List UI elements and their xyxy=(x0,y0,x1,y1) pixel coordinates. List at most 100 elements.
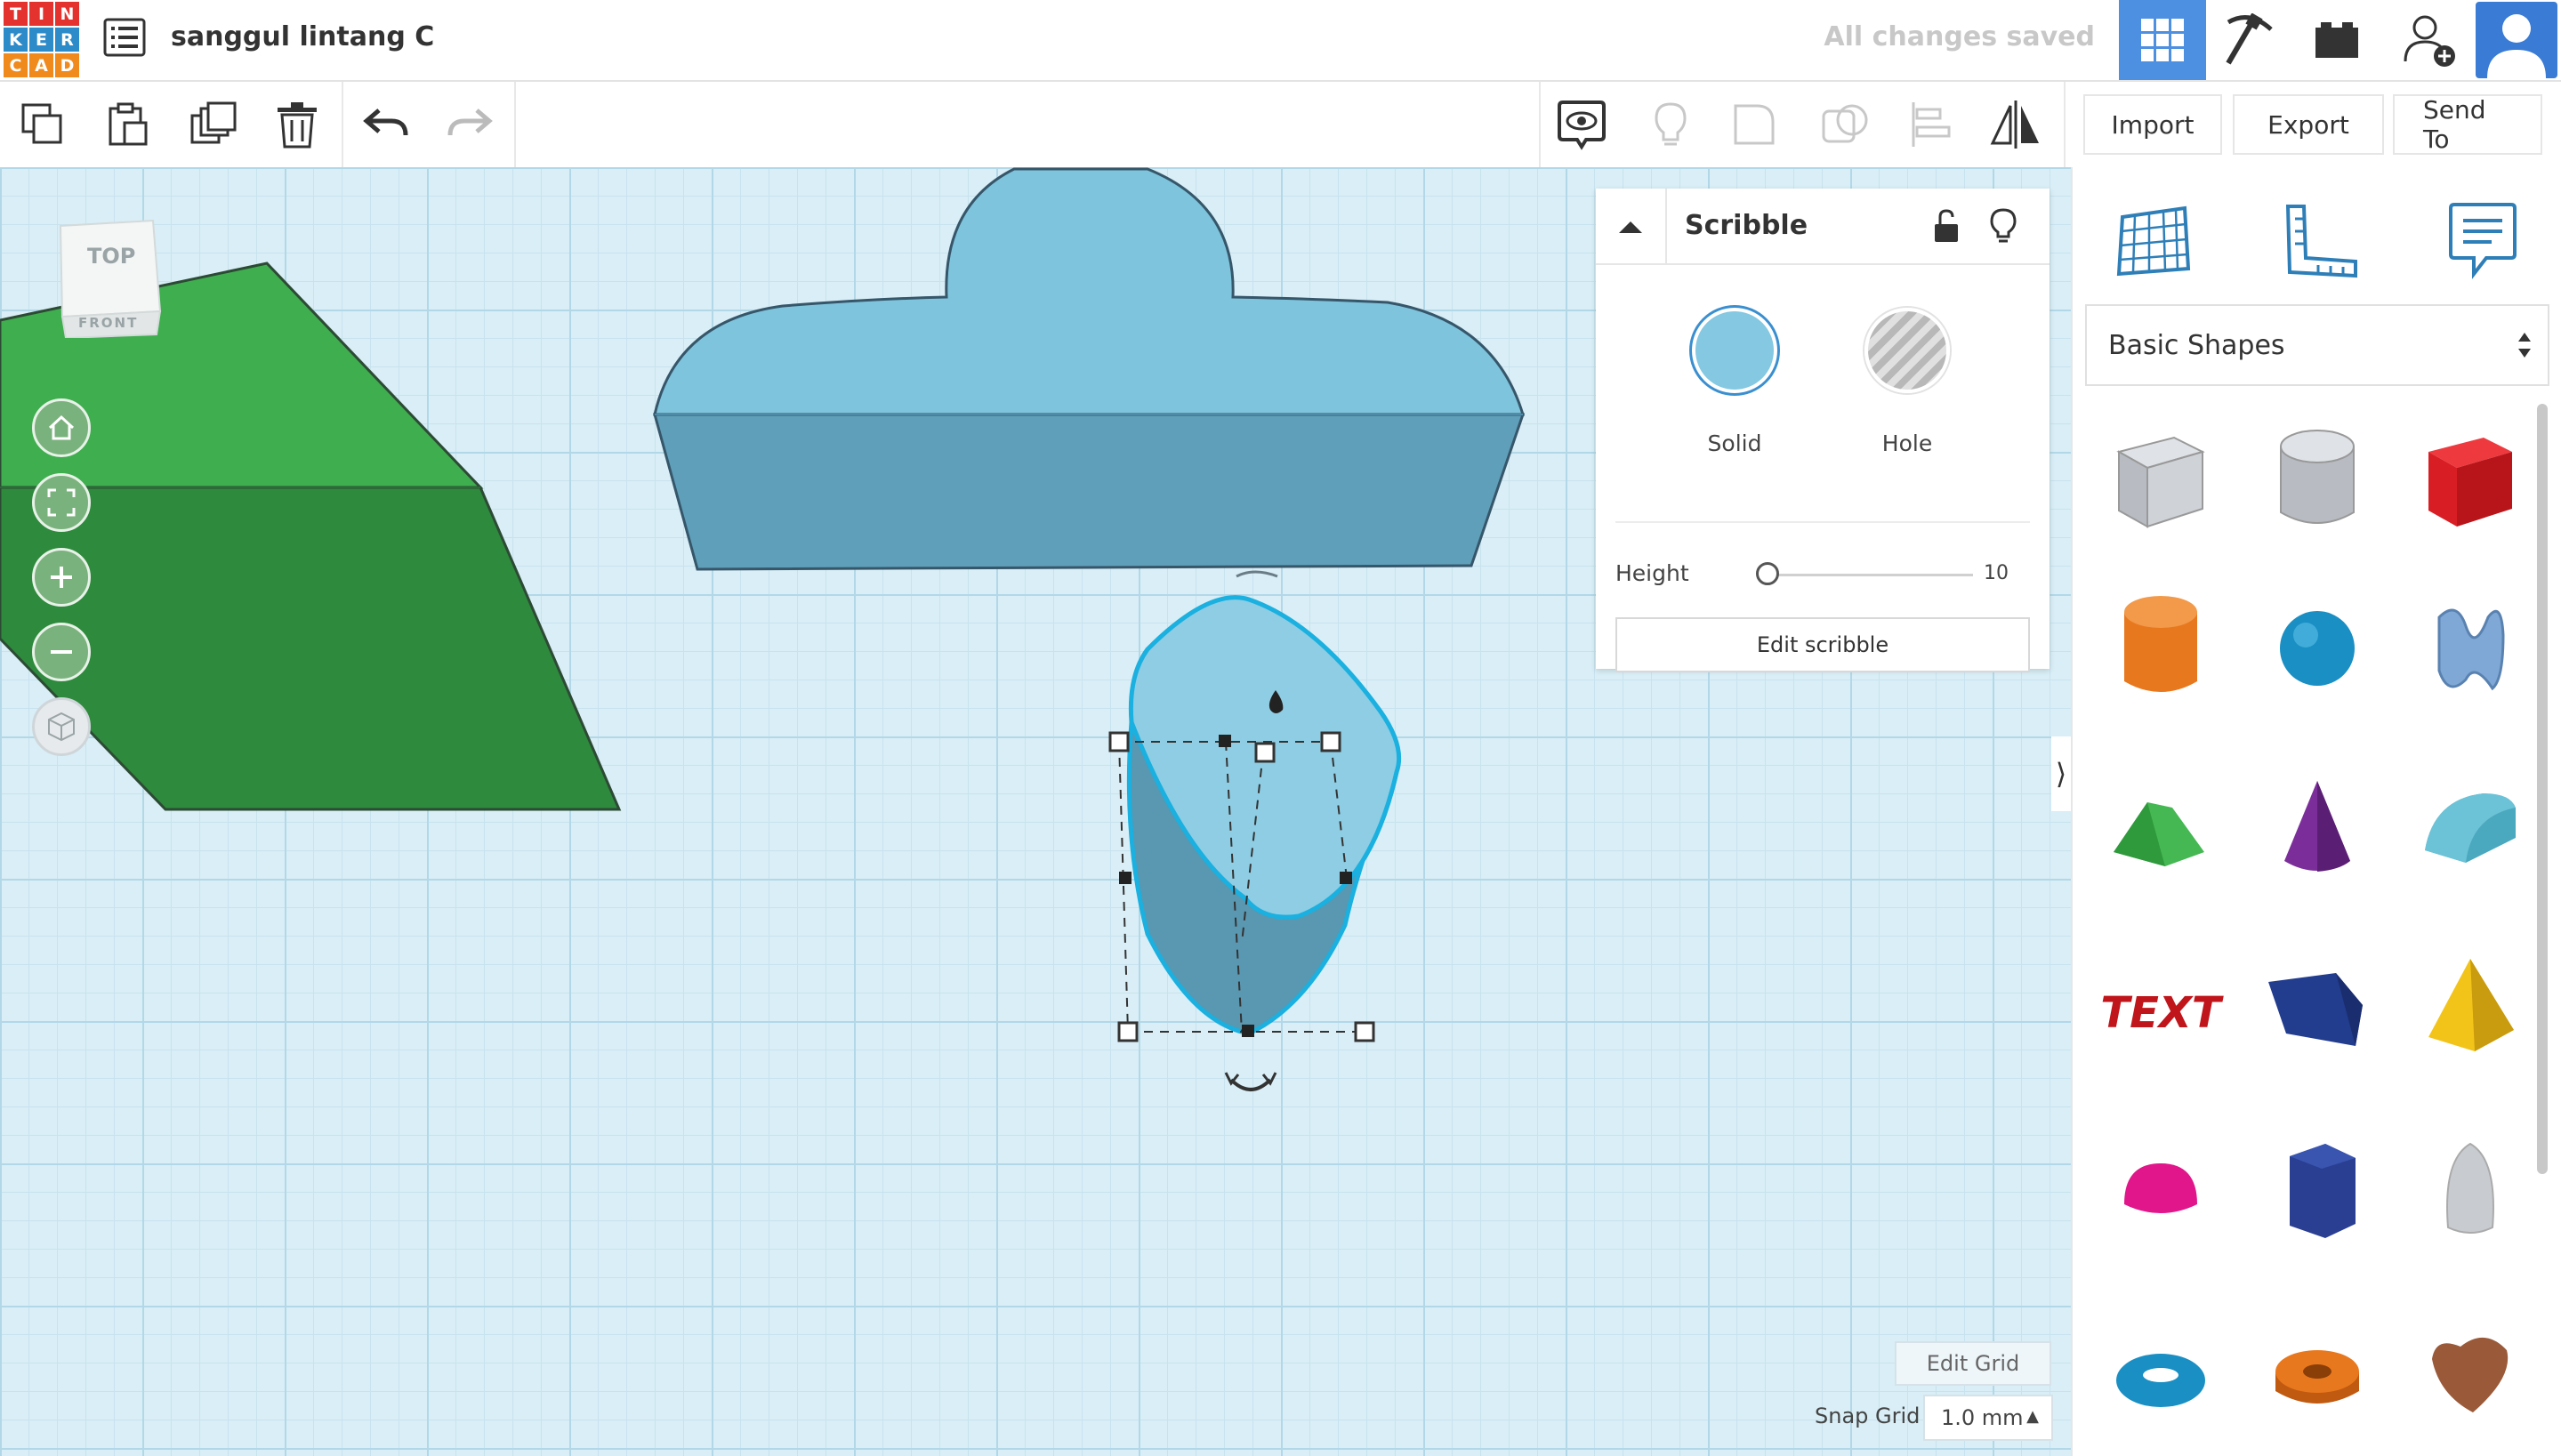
3d-design-view-button[interactable] xyxy=(2119,0,2206,80)
ruler-tool-button[interactable] xyxy=(2270,190,2368,288)
lightbulb-icon xyxy=(1655,102,1687,146)
box-icon xyxy=(2428,438,2512,527)
paste-button[interactable] xyxy=(96,94,157,155)
shape-half-sphere[interactable] xyxy=(2094,1124,2227,1258)
note-bubble-icon xyxy=(2449,203,2517,279)
caret-up-icon: ▲ xyxy=(2026,1407,2039,1426)
invite-user-button[interactable] xyxy=(2388,0,2473,80)
snap-grid-label: Snap Grid xyxy=(1815,1404,1921,1428)
ungroup-button[interactable] xyxy=(1815,94,1875,155)
height-label: Height xyxy=(1615,560,1689,586)
round-roof-icon xyxy=(2425,793,2516,863)
delete-button[interactable] xyxy=(267,94,327,155)
caret-up-icon xyxy=(1619,221,1642,233)
selected-scribble-shape[interactable] xyxy=(1108,570,1402,1091)
shape-category-value: Basic Shapes xyxy=(2108,329,2285,361)
green-roof-shape[interactable] xyxy=(0,261,622,811)
hole-swatch[interactable] xyxy=(1864,308,1950,393)
shape-roof[interactable] xyxy=(2094,763,2227,897)
view-cube[interactable]: TOP FRONT xyxy=(53,213,167,340)
bricks-button[interactable] xyxy=(2293,0,2380,80)
send-to-button[interactable]: Send To xyxy=(2393,94,2542,155)
edit-scribble-button[interactable]: Edit scribble xyxy=(1615,617,2030,672)
redo-button[interactable] xyxy=(439,94,500,155)
undo-icon xyxy=(363,109,408,136)
cylinder-icon xyxy=(2124,596,2197,692)
ruler-icon xyxy=(2285,205,2357,278)
shape-tube[interactable] xyxy=(2251,1309,2384,1443)
mirror-button[interactable] xyxy=(1985,94,2046,155)
height-slider-knob[interactable] xyxy=(1756,562,1779,585)
design-list-icon[interactable] xyxy=(103,18,146,57)
align-button[interactable] xyxy=(1900,94,1961,155)
copy-icon xyxy=(21,103,62,144)
shape-polygon[interactable] xyxy=(2251,1124,2384,1258)
shape-sphere[interactable] xyxy=(2251,582,2384,715)
shapes-panel: Basic Shapes TEXT xyxy=(2071,167,2561,1456)
roof-icon xyxy=(2114,802,2204,866)
shape-wedge[interactable] xyxy=(2251,943,2384,1076)
group-button[interactable] xyxy=(1724,94,1784,155)
blue-crown-shape[interactable] xyxy=(653,167,1526,571)
logo-letter: I xyxy=(29,2,53,26)
codeblocks-button[interactable] xyxy=(2206,0,2293,80)
logo-letter: N xyxy=(55,2,79,26)
shapes-scrollbar[interactable] xyxy=(2537,404,2548,1174)
inspector-collapse-button[interactable] xyxy=(1596,189,1667,265)
duplicate-button[interactable] xyxy=(183,94,244,155)
shape-box[interactable] xyxy=(2404,416,2537,550)
shape-paraboloid[interactable] xyxy=(2404,1124,2537,1258)
solid-color-swatch[interactable] xyxy=(1692,308,1777,393)
save-status: All changes saved xyxy=(1824,21,2095,52)
export-button[interactable]: Export xyxy=(2233,94,2384,155)
user-avatar[interactable] xyxy=(2476,2,2557,78)
show-all-button[interactable] xyxy=(1551,94,1612,155)
height-value[interactable]: 10 xyxy=(1984,562,2009,584)
workplane[interactable]: TOP FRONT Scribble Solid Hole Height 10 … xyxy=(0,167,2071,1456)
notes-tool-button[interactable] xyxy=(2434,190,2532,288)
fit-view-button[interactable] xyxy=(32,473,91,532)
workplane-grid-icon xyxy=(2116,205,2191,277)
heart-icon xyxy=(2432,1337,2509,1412)
shape-scribble[interactable] xyxy=(2404,582,2537,715)
hide-button[interactable] xyxy=(1984,206,2023,245)
wedge-icon xyxy=(2268,973,2363,1046)
shape-cone[interactable] xyxy=(2251,763,2384,897)
shape-category-select[interactable]: Basic Shapes xyxy=(2085,304,2549,386)
inspector-header: Scribble xyxy=(1596,189,2050,265)
shape-pyramid[interactable] xyxy=(2404,943,2537,1076)
tinkercad-logo[interactable]: TIN KER CAD xyxy=(4,2,80,78)
shape-text[interactable]: TEXT xyxy=(2094,943,2227,1076)
pyramid-icon xyxy=(2428,959,2514,1051)
panel-collapse-tab[interactable]: ⟩ xyxy=(2051,736,2071,811)
shape-torus[interactable] xyxy=(2094,1309,2227,1443)
sphere-icon xyxy=(2280,611,2355,686)
shape-round-roof[interactable] xyxy=(2404,763,2537,897)
import-button[interactable]: Import xyxy=(2083,94,2222,155)
zoom-in-button[interactable] xyxy=(32,548,91,607)
logo-letter: K xyxy=(4,28,28,52)
workplane-tool-button[interactable] xyxy=(2105,190,2203,288)
shape-heart[interactable] xyxy=(2404,1309,2537,1443)
lock-button[interactable] xyxy=(1927,206,1966,245)
height-slider-track[interactable] xyxy=(1763,574,1973,576)
copy-button[interactable] xyxy=(12,94,73,155)
design-title[interactable]: sanggul lintang C xyxy=(171,21,434,52)
brick-icon xyxy=(2315,22,2358,58)
shape-box-hole[interactable] xyxy=(2094,416,2227,550)
undo-button[interactable] xyxy=(356,94,416,155)
solid-label: Solid xyxy=(1707,430,1762,456)
shape-cylinder-hole[interactable] xyxy=(2251,416,2384,550)
zoom-out-button[interactable] xyxy=(32,623,91,681)
shape-cylinder[interactable] xyxy=(2094,582,2227,715)
perspective-toggle-button[interactable] xyxy=(32,697,91,756)
chevron-right-icon: ⟩ xyxy=(2055,757,2067,791)
shape-inspector: Scribble Solid Hole Height 10 Edit scrib… xyxy=(1596,189,2050,672)
pickaxe-icon xyxy=(2226,13,2273,65)
view-cube-front-label: FRONT xyxy=(78,315,139,331)
home-view-button[interactable] xyxy=(32,398,91,457)
hint-button[interactable] xyxy=(1640,94,1701,155)
snap-grid-select[interactable]: 1.0 mm ▲ xyxy=(1923,1395,2053,1441)
toolbar-divider xyxy=(342,82,343,167)
edit-grid-button[interactable]: Edit Grid xyxy=(1895,1341,2051,1386)
